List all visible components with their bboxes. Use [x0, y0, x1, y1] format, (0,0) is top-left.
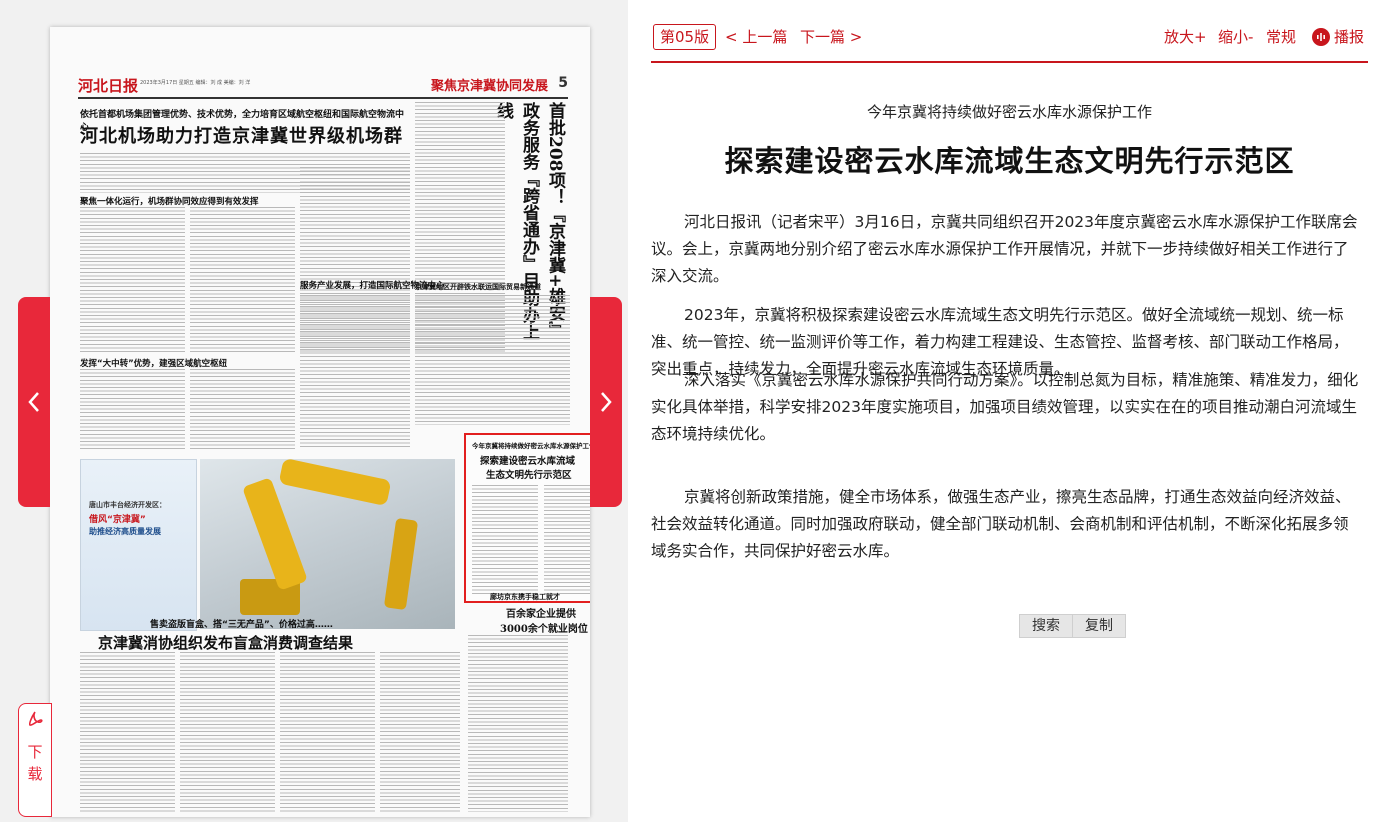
text-column [190, 369, 295, 449]
download-label: 下载 [27, 743, 43, 783]
newspaper-logo: 河北日报 [78, 77, 139, 95]
text-column [415, 295, 570, 425]
ad-line: 唐山市丰台经济开发区： [89, 501, 166, 509]
action-bar: 搜索 复制 [1019, 614, 1126, 638]
right-bottom-title: 3000余个就业岗位 [500, 624, 588, 635]
text-column [280, 652, 375, 812]
next-article-link[interactable]: 下一篇 > [800, 26, 862, 47]
text-column [468, 635, 568, 812]
play-label: 播报 [1334, 28, 1365, 46]
normal-size-button[interactable]: 常规 [1266, 26, 1296, 47]
text-column [190, 207, 295, 352]
article-paragraph: 深入落实《京冀密云水库水源保护共同行动方案》。以控制总氮为目标，精准施策、精准发… [651, 371, 1359, 443]
newspaper-page-image: 河北日报 2023年3月17日 星期五 编辑：刘 成 美编：刘 洋 聚焦京津冀协… [50, 27, 590, 817]
right-bottom-subtitle: 廊坊京东携手稳工就才 [490, 593, 560, 601]
ad-line: 借风“京津冀” [89, 515, 146, 525]
bottom-title: 京津冀消协组织发布盲盒消费调查结果 [98, 634, 354, 652]
robot-arm [242, 477, 308, 591]
robot-arm [383, 517, 419, 611]
text-column [472, 485, 538, 595]
text-column [80, 652, 175, 812]
masthead: 河北日报 2023年3月17日 星期五 编辑：刘 成 美编：刘 洋 聚焦京津冀协… [78, 75, 568, 99]
play-audio-button[interactable]: 播报 [1312, 26, 1364, 47]
zoom-out-button[interactable]: 缩小- [1218, 26, 1253, 47]
chevron-left-icon [28, 392, 39, 412]
subheading: 京津冀地区开辟铁水联运国际贸易新通道 [415, 283, 541, 291]
page-number: 5 [558, 75, 568, 91]
highlight-title-line: 生态文明先行示范区 [486, 470, 572, 481]
prev-article-link[interactable]: < 上一篇 [725, 26, 787, 47]
ad-line: 助推经济高质量发展 [89, 527, 161, 536]
robot-arm [278, 459, 392, 507]
chevron-right-icon [601, 392, 612, 412]
article-title: 探索建设密云水库流域生态文明先行示范区 [724, 144, 1295, 178]
article-subtitle: 今年京冀将持续做好密云水库水源保护工作 [866, 103, 1152, 121]
copy-button[interactable]: 复制 [1073, 614, 1126, 638]
pdf-icon [26, 710, 44, 733]
bottom-subtitle: 售卖盗版盲盒、搭“三无产品”、价格过高…… [150, 620, 333, 630]
article-paragraph: 河北日报讯（记者宋平）3月16日，京冀共同组织召开2023年度京冀密云水库水源保… [651, 213, 1358, 285]
masthead-meta: 2023年3月17日 星期五 编辑：刘 成 美编：刘 洋 [140, 80, 251, 86]
next-page-button[interactable] [590, 297, 622, 507]
previous-page-button[interactable] [18, 297, 50, 507]
article-paragraph: 京冀将创新政策措施，健全市场体系，做强生态产业，擦亮生态品牌，打通生态效益向经济… [651, 488, 1351, 560]
text-column [380, 652, 460, 812]
highlighted-article-region[interactable]: 今年京冀将持续做好密云水库水源保护工作 探索建设密云水库流域 生态文明先行示范区 [464, 433, 590, 603]
subheading: 发挥“大中转”优势，建强区域航空枢纽 [80, 359, 228, 369]
page-badge[interactable]: 第05版 [653, 24, 717, 50]
lead-title: 河北机场助力打造京津冀世界级机场群 [80, 126, 403, 147]
highlight-subtitle: 今年京冀将持续做好密云水库水源保护工作 [472, 442, 590, 450]
right-bottom-title: 百余家企业提供 [506, 609, 576, 620]
text-column [80, 207, 185, 352]
audio-wave-icon [1312, 27, 1330, 46]
article-toolbar: 第05版 < 上一篇 下一篇 > 放大+ 缩小- 常规 播报 [651, 23, 1368, 63]
search-button[interactable]: 搜索 [1019, 614, 1073, 638]
highlight-title-line: 探索建设密云水库流域 [480, 456, 576, 467]
text-column [544, 485, 590, 595]
factory-robot-photo [200, 459, 455, 629]
advertisement: 唐山市丰台经济开发区： 借风“京津冀” 助推经济高质量发展 [80, 459, 197, 631]
zoom-in-button[interactable]: 放大+ [1164, 26, 1207, 47]
text-column [80, 369, 185, 449]
download-button[interactable]: 下载 [18, 703, 52, 817]
text-column [300, 295, 410, 449]
section-title: 聚焦京津冀协同发展 [430, 79, 548, 94]
subheading: 聚焦一体化运行，机场群协同效应得到有效发挥 [80, 197, 259, 207]
text-column [180, 652, 275, 812]
newspaper-viewer: 河北日报 2023年3月17日 星期五 编辑：刘 成 美编：刘 洋 聚焦京津冀协… [0, 0, 628, 822]
